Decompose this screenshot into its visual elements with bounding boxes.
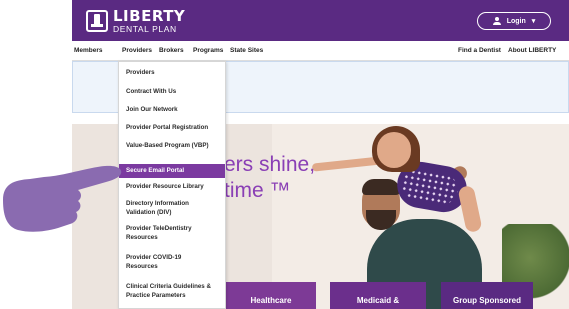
- dropdown-item-teledentistry[interactable]: Provider TeleDentistry Resources: [119, 225, 211, 242]
- nav-item-state-sites[interactable]: State Sites: [230, 47, 263, 54]
- login-button[interactable]: Login ▾: [477, 12, 551, 30]
- dropdown-item-resource-library[interactable]: Provider Resource Library: [119, 183, 225, 192]
- nav-item-brokers[interactable]: Brokers: [159, 47, 184, 54]
- site-header: LIBERTY DENTAL PLAN Login ▾: [72, 0, 569, 41]
- nav-item-find-dentist[interactable]: Find a Dentist: [458, 47, 501, 54]
- dropdown-item-providers[interactable]: Providers: [119, 69, 225, 78]
- dropdown-item-join-network[interactable]: Join Our Network: [119, 106, 225, 115]
- main-nav: Members Providers Brokers Programs State…: [72, 41, 569, 61]
- tile-healthcare[interactable]: Healthcare: [226, 282, 316, 309]
- dropdown-item-covid[interactable]: Provider COVID-19 Resources: [119, 254, 199, 271]
- logo-name: LIBERTY: [113, 7, 186, 25]
- dropdown-item-contract[interactable]: Contract With Us: [119, 88, 225, 97]
- hero-headline-line1: ers shine,: [224, 153, 316, 176]
- tile-medicaid[interactable]: Medicaid &: [330, 282, 426, 309]
- logo-subname: DENTAL PLAN: [113, 24, 177, 34]
- providers-dropdown-menu: Providers Contract With Us Join Our Netw…: [118, 61, 226, 309]
- dropdown-item-clinical-criteria[interactable]: Clinical Criteria Guidelines & Practice …: [119, 283, 223, 300]
- nav-item-members[interactable]: Members: [74, 47, 103, 54]
- tile-group-sponsored[interactable]: Group Sponsored: [441, 282, 533, 309]
- nav-item-programs[interactable]: Programs: [193, 47, 223, 54]
- pointing-hand-icon: [3, 165, 122, 232]
- dropdown-item-vbp[interactable]: Value-Based Program (VBP): [119, 142, 209, 151]
- user-icon: [492, 17, 501, 25]
- dropdown-item-portal-registration[interactable]: Provider Portal Registration: [119, 124, 225, 133]
- login-label: Login: [506, 17, 526, 25]
- nav-item-providers[interactable]: Providers: [122, 47, 152, 54]
- dropdown-item-div[interactable]: Directory Information Validation (DIV): [119, 200, 211, 217]
- liberty-logo[interactable]: LIBERTY DENTAL PLAN: [86, 9, 185, 34]
- nav-item-about[interactable]: About LIBERTY: [508, 47, 556, 54]
- liberty-bell-logo-icon: [86, 10, 108, 33]
- hero-headline-line2: time ™: [224, 179, 291, 202]
- dropdown-item-secure-email[interactable]: Secure Email Portal: [119, 164, 225, 178]
- chevron-down-icon: ▾: [531, 18, 536, 25]
